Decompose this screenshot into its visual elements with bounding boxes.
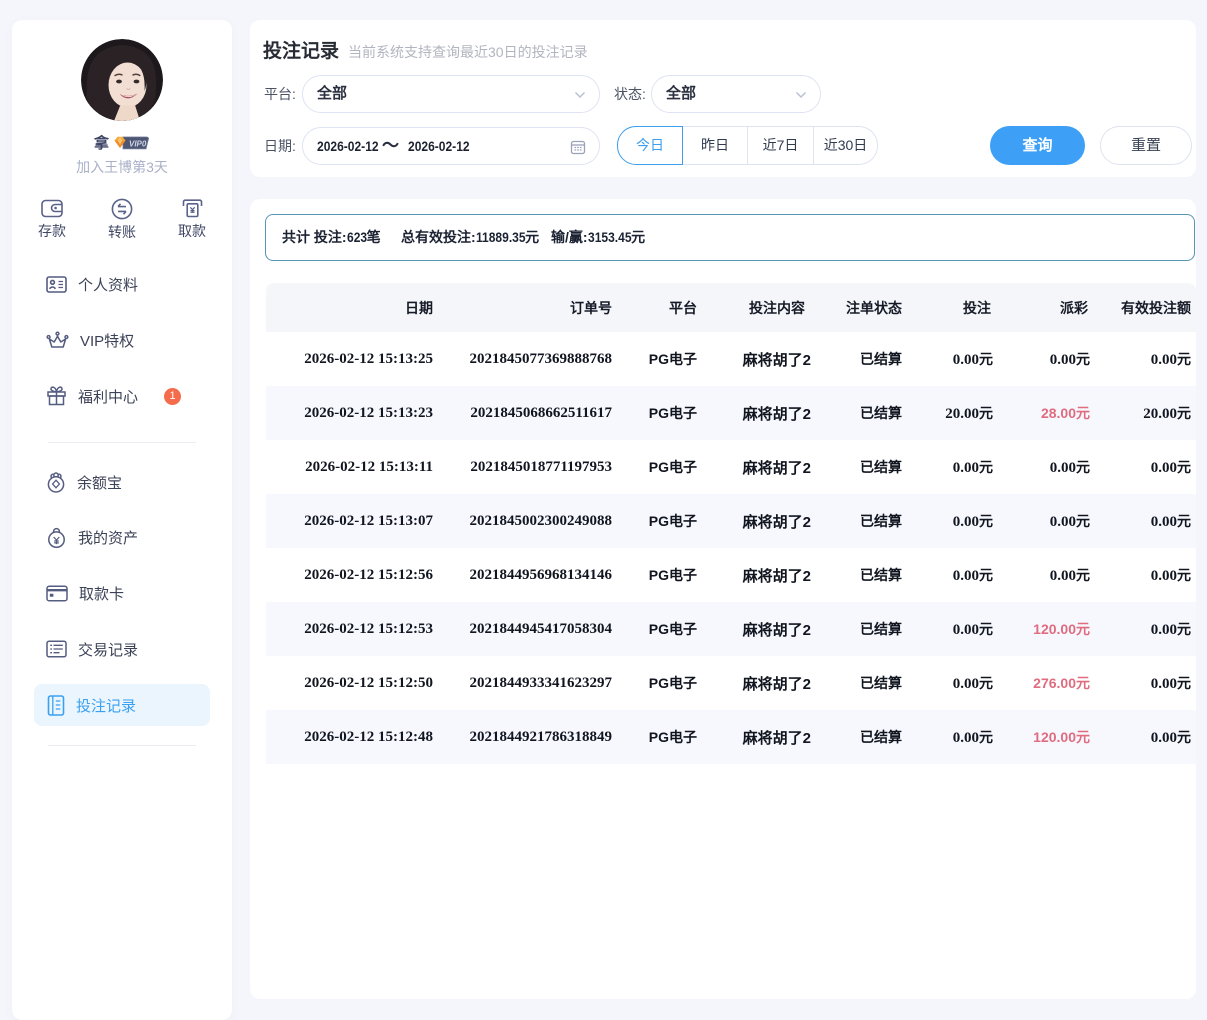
svg-text:VIP0: VIP0 <box>129 139 147 148</box>
